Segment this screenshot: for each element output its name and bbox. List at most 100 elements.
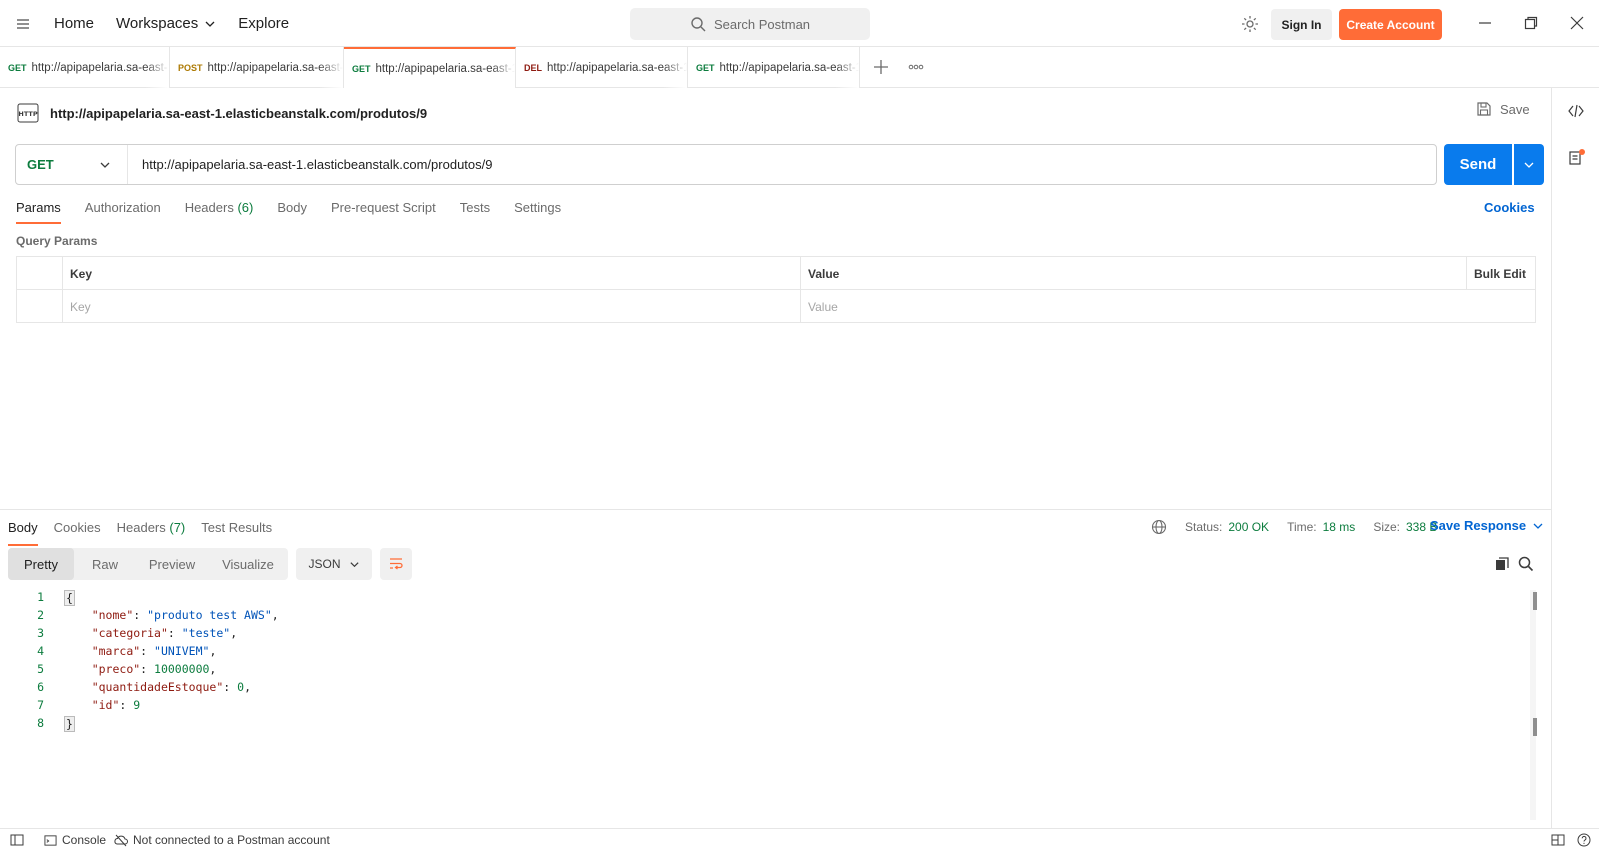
response-tab-test-results[interactable]: Test Results bbox=[201, 518, 272, 546]
hamburger-icon[interactable] bbox=[14, 15, 32, 33]
json-value-nome: produto test AWS bbox=[154, 608, 265, 622]
response-divider[interactable] bbox=[0, 509, 1551, 510]
request-tab-active[interactable]: GET http://apipapelaria.sa-east-1.elasti… bbox=[344, 47, 516, 88]
tab-method: POST bbox=[178, 62, 203, 73]
close-icon[interactable] bbox=[1568, 14, 1586, 32]
status-badge[interactable]: 200 OK bbox=[1228, 520, 1269, 534]
top-nav: Home Workspaces Explore bbox=[54, 0, 311, 47]
tab-body[interactable]: Body bbox=[277, 196, 307, 224]
tab-tests[interactable]: Tests bbox=[460, 196, 490, 224]
request-tab[interactable]: DEL http://apipapelaria.sa-east-1.elasti… bbox=[516, 47, 688, 88]
line-number: 3 bbox=[37, 626, 44, 640]
code-line: "nome": "produto test AWS", bbox=[91, 608, 279, 622]
response-tab-body[interactable]: Body bbox=[8, 518, 38, 546]
code-line: "preco": 10000000, bbox=[91, 662, 217, 676]
request-title-row: HTTP http://apipapelaria.sa-east-1.elast… bbox=[16, 99, 427, 127]
send-button[interactable]: Send bbox=[1444, 144, 1512, 185]
method-select[interactable]: GET bbox=[16, 145, 128, 184]
view-pretty[interactable]: Pretty bbox=[8, 548, 74, 580]
code-line: "id": 9 bbox=[91, 698, 141, 712]
code-scrollbar[interactable] bbox=[1530, 590, 1536, 820]
plus-icon[interactable] bbox=[871, 57, 891, 77]
response-headers-label: Headers bbox=[116, 520, 166, 535]
globe-icon[interactable] bbox=[1151, 519, 1167, 535]
status-bar: Console Not connected to a Postman accou… bbox=[0, 828, 1599, 850]
status-label: Status: bbox=[1185, 520, 1223, 534]
tab-headers[interactable]: Headers (6) bbox=[185, 196, 254, 224]
wrap-icon bbox=[388, 556, 404, 572]
cookies-link[interactable]: Cookies bbox=[1484, 200, 1535, 215]
size-label: Size: bbox=[1373, 520, 1400, 534]
console-label: Console bbox=[62, 833, 107, 847]
format-select[interactable]: JSON bbox=[296, 548, 372, 580]
scroll-thumb[interactable] bbox=[1533, 592, 1537, 610]
key-input[interactable]: Key bbox=[62, 290, 800, 323]
nav-explore[interactable]: Explore bbox=[238, 15, 289, 32]
scroll-thumb[interactable] bbox=[1533, 718, 1537, 736]
table-row: Key Value bbox=[17, 290, 1535, 323]
nav-home-label: Home bbox=[54, 15, 95, 32]
tab-params[interactable]: Params bbox=[16, 196, 61, 224]
code-icon[interactable] bbox=[1567, 102, 1585, 120]
create-account-button[interactable]: Create Account bbox=[1339, 9, 1442, 40]
url-input[interactable]: http://apipapelaria.sa-east-1.elasticbea… bbox=[128, 157, 492, 172]
nav-workspaces[interactable]: Workspaces bbox=[116, 15, 216, 32]
view-visualize[interactable]: Visualize bbox=[208, 548, 288, 580]
url-bar: GET http://apipapelaria.sa-east-1.elasti… bbox=[15, 144, 1437, 185]
response-tabs: Body Cookies Headers (7) Test Results bbox=[8, 518, 272, 546]
restore-icon[interactable] bbox=[1522, 14, 1540, 32]
layout-icon[interactable] bbox=[1551, 833, 1565, 847]
copy-icon[interactable] bbox=[1494, 556, 1510, 572]
search-icon[interactable] bbox=[1518, 556, 1534, 572]
request-tab[interactable]: GET http://apipapelaria.sa-east-1.elasti… bbox=[688, 47, 860, 88]
http-icon: HTTP bbox=[16, 101, 40, 125]
chevron-down-icon bbox=[349, 559, 360, 570]
line-number: 5 bbox=[37, 662, 44, 676]
request-title[interactable]: http://apipapelaria.sa-east-1.elasticbea… bbox=[50, 106, 427, 121]
wrap-lines-button[interactable] bbox=[380, 548, 412, 580]
minimize-icon[interactable] bbox=[1476, 14, 1494, 32]
help-icon[interactable] bbox=[1577, 833, 1591, 847]
search-input[interactable]: Search Postman bbox=[630, 8, 870, 40]
more-icon[interactable] bbox=[906, 57, 926, 77]
chevron-down-icon bbox=[99, 159, 111, 171]
code-line: { bbox=[64, 590, 75, 606]
nav-home[interactable]: Home bbox=[54, 15, 94, 32]
table-header-row: Key Value Bulk Edit bbox=[17, 257, 1535, 290]
line-number: 7 bbox=[37, 698, 44, 712]
top-bar: Home Workspaces Explore Search Postman S… bbox=[0, 0, 1599, 47]
console-icon bbox=[44, 834, 57, 847]
send-options-button[interactable] bbox=[1514, 144, 1544, 185]
connection-label: Not connected to a Postman account bbox=[133, 833, 330, 847]
view-raw[interactable]: Raw bbox=[74, 548, 136, 580]
line-number: 2 bbox=[37, 608, 44, 622]
view-preview[interactable]: Preview bbox=[136, 548, 208, 580]
tab-pre-request-script[interactable]: Pre-request Script bbox=[331, 196, 436, 224]
console-button[interactable]: Console bbox=[44, 833, 106, 847]
save-response-label: Save Response bbox=[1430, 518, 1527, 533]
svg-text:HTTP: HTTP bbox=[18, 110, 37, 118]
request-tab[interactable]: POST http://apipapelaria.sa-east-1.elast… bbox=[170, 47, 344, 88]
response-tab-cookies[interactable]: Cookies bbox=[54, 518, 101, 546]
save-response-button[interactable]: Save Response bbox=[1430, 518, 1544, 533]
right-sidebar bbox=[1551, 88, 1599, 828]
bulk-edit-button[interactable]: Bulk Edit bbox=[1466, 257, 1526, 290]
save-button[interactable]: Save bbox=[1476, 101, 1530, 117]
chevron-down-icon bbox=[204, 18, 216, 30]
sign-in-button[interactable]: Sign In bbox=[1271, 9, 1332, 40]
save-label: Save bbox=[1500, 101, 1530, 117]
connection-status[interactable]: Not connected to a Postman account bbox=[114, 833, 330, 847]
value-input[interactable]: Value bbox=[800, 290, 1536, 323]
response-tab-headers[interactable]: Headers (7) bbox=[117, 518, 186, 546]
query-params-label: Query Params bbox=[16, 234, 98, 248]
view-mode-toggle: Pretty Raw Preview Visualize bbox=[8, 548, 288, 580]
tab-settings[interactable]: Settings bbox=[514, 196, 561, 224]
tab-authorization[interactable]: Authorization bbox=[85, 196, 161, 224]
time-value[interactable]: 18 ms bbox=[1323, 520, 1356, 534]
json-value-marca: UNIVEM bbox=[160, 644, 203, 658]
info-icon[interactable] bbox=[1567, 148, 1587, 168]
gear-icon[interactable] bbox=[1240, 14, 1260, 34]
request-tab[interactable]: GET http://apipapelaria.sa-east-1.elasti… bbox=[0, 47, 170, 88]
save-icon bbox=[1476, 101, 1492, 117]
sidebar-toggle-icon[interactable] bbox=[10, 833, 24, 847]
